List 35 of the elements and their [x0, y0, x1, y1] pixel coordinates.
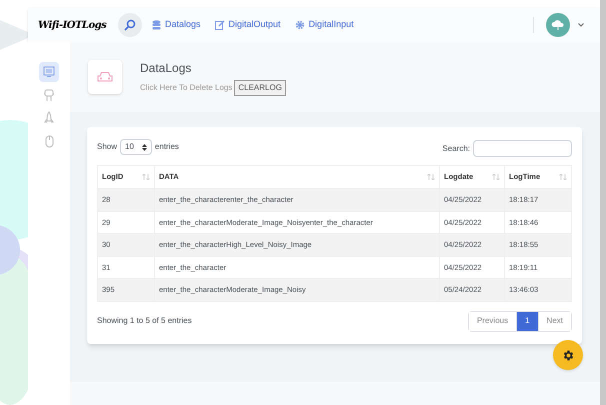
nav-link[interactable]: Datalogs: [152, 18, 201, 32]
sort-icon[interactable]: [492, 174, 500, 180]
gear-icon: [294, 20, 305, 30]
sort-arrows-icon: [142, 144, 147, 150]
edit-icon: [214, 20, 225, 30]
caret-icon[interactable]: [578, 23, 584, 27]
search-label: Search:: [442, 142, 470, 154]
mouse-icon: [44, 134, 54, 148]
page-button[interactable]: 1: [516, 312, 538, 330]
page-subtitle: Click Here To Delete Logs: [140, 82, 232, 94]
settings-icon: [562, 348, 574, 362]
sort-icon[interactable]: [559, 174, 567, 180]
clearlog-button[interactable]: CLEARLOG: [234, 80, 286, 96]
cloud-icon: [551, 19, 565, 31]
sort-icon[interactable]: [142, 174, 150, 180]
search-icon: [124, 19, 136, 31]
avatar[interactable]: [546, 13, 570, 37]
car-icon: [97, 71, 113, 83]
search-button[interactable]: [118, 13, 142, 37]
entries-label: entries: [154, 141, 179, 153]
robot-icon: [43, 88, 55, 102]
logo[interactable]: Wifi-IOTLogs: [38, 18, 118, 32]
sidebar-item[interactable]: [39, 62, 59, 82]
page-title: DataLogs: [140, 60, 192, 76]
monitor-icon: [43, 66, 55, 78]
sort-icon[interactable]: [427, 174, 435, 180]
show-label: Show: [97, 141, 118, 153]
rocket-icon: [44, 111, 54, 125]
nav-link[interactable]: DigitalOutput: [214, 18, 281, 32]
database-icon: [152, 20, 161, 30]
nav-link[interactable]: DigitalInput: [294, 18, 354, 32]
page-size-select[interactable]: 10: [120, 139, 152, 155]
table-info: Showing 1 to 5 of 5 entries: [97, 315, 192, 327]
page-button[interactable]: Next: [538, 312, 571, 330]
search-field[interactable]: [473, 140, 572, 157]
